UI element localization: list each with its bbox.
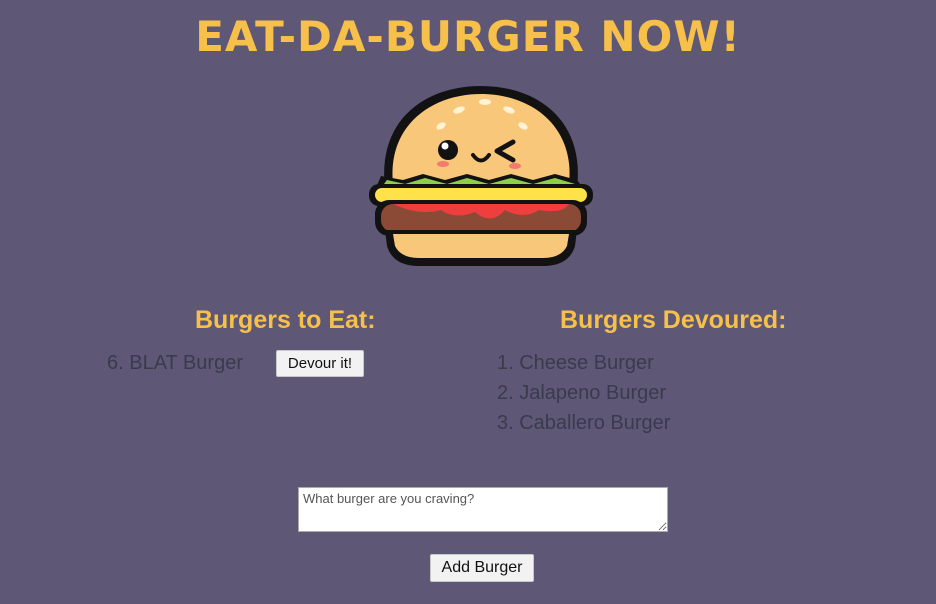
burgers-devoured-heading: Burgers Devoured:: [560, 306, 787, 334]
devoured-burger-item: 1. Cheese Burger: [497, 352, 654, 374]
add-burger-button[interactable]: Add Burger: [430, 554, 534, 582]
devoured-burger-item: 2. Jalapeno Burger: [497, 382, 667, 404]
devoured-burger-item: 3. Caballero Burger: [497, 412, 671, 434]
burgers-to-eat-heading: Burgers to Eat:: [195, 306, 376, 334]
burger-name-input[interactable]: [298, 487, 668, 532]
page-title: EAT-DA-BURGER NOW!: [195, 12, 741, 61]
burger-mascot-icon: [369, 86, 593, 266]
devour-button[interactable]: Devour it!: [276, 350, 364, 377]
uneaten-burger-item: 6. BLAT Burger: [107, 352, 243, 374]
